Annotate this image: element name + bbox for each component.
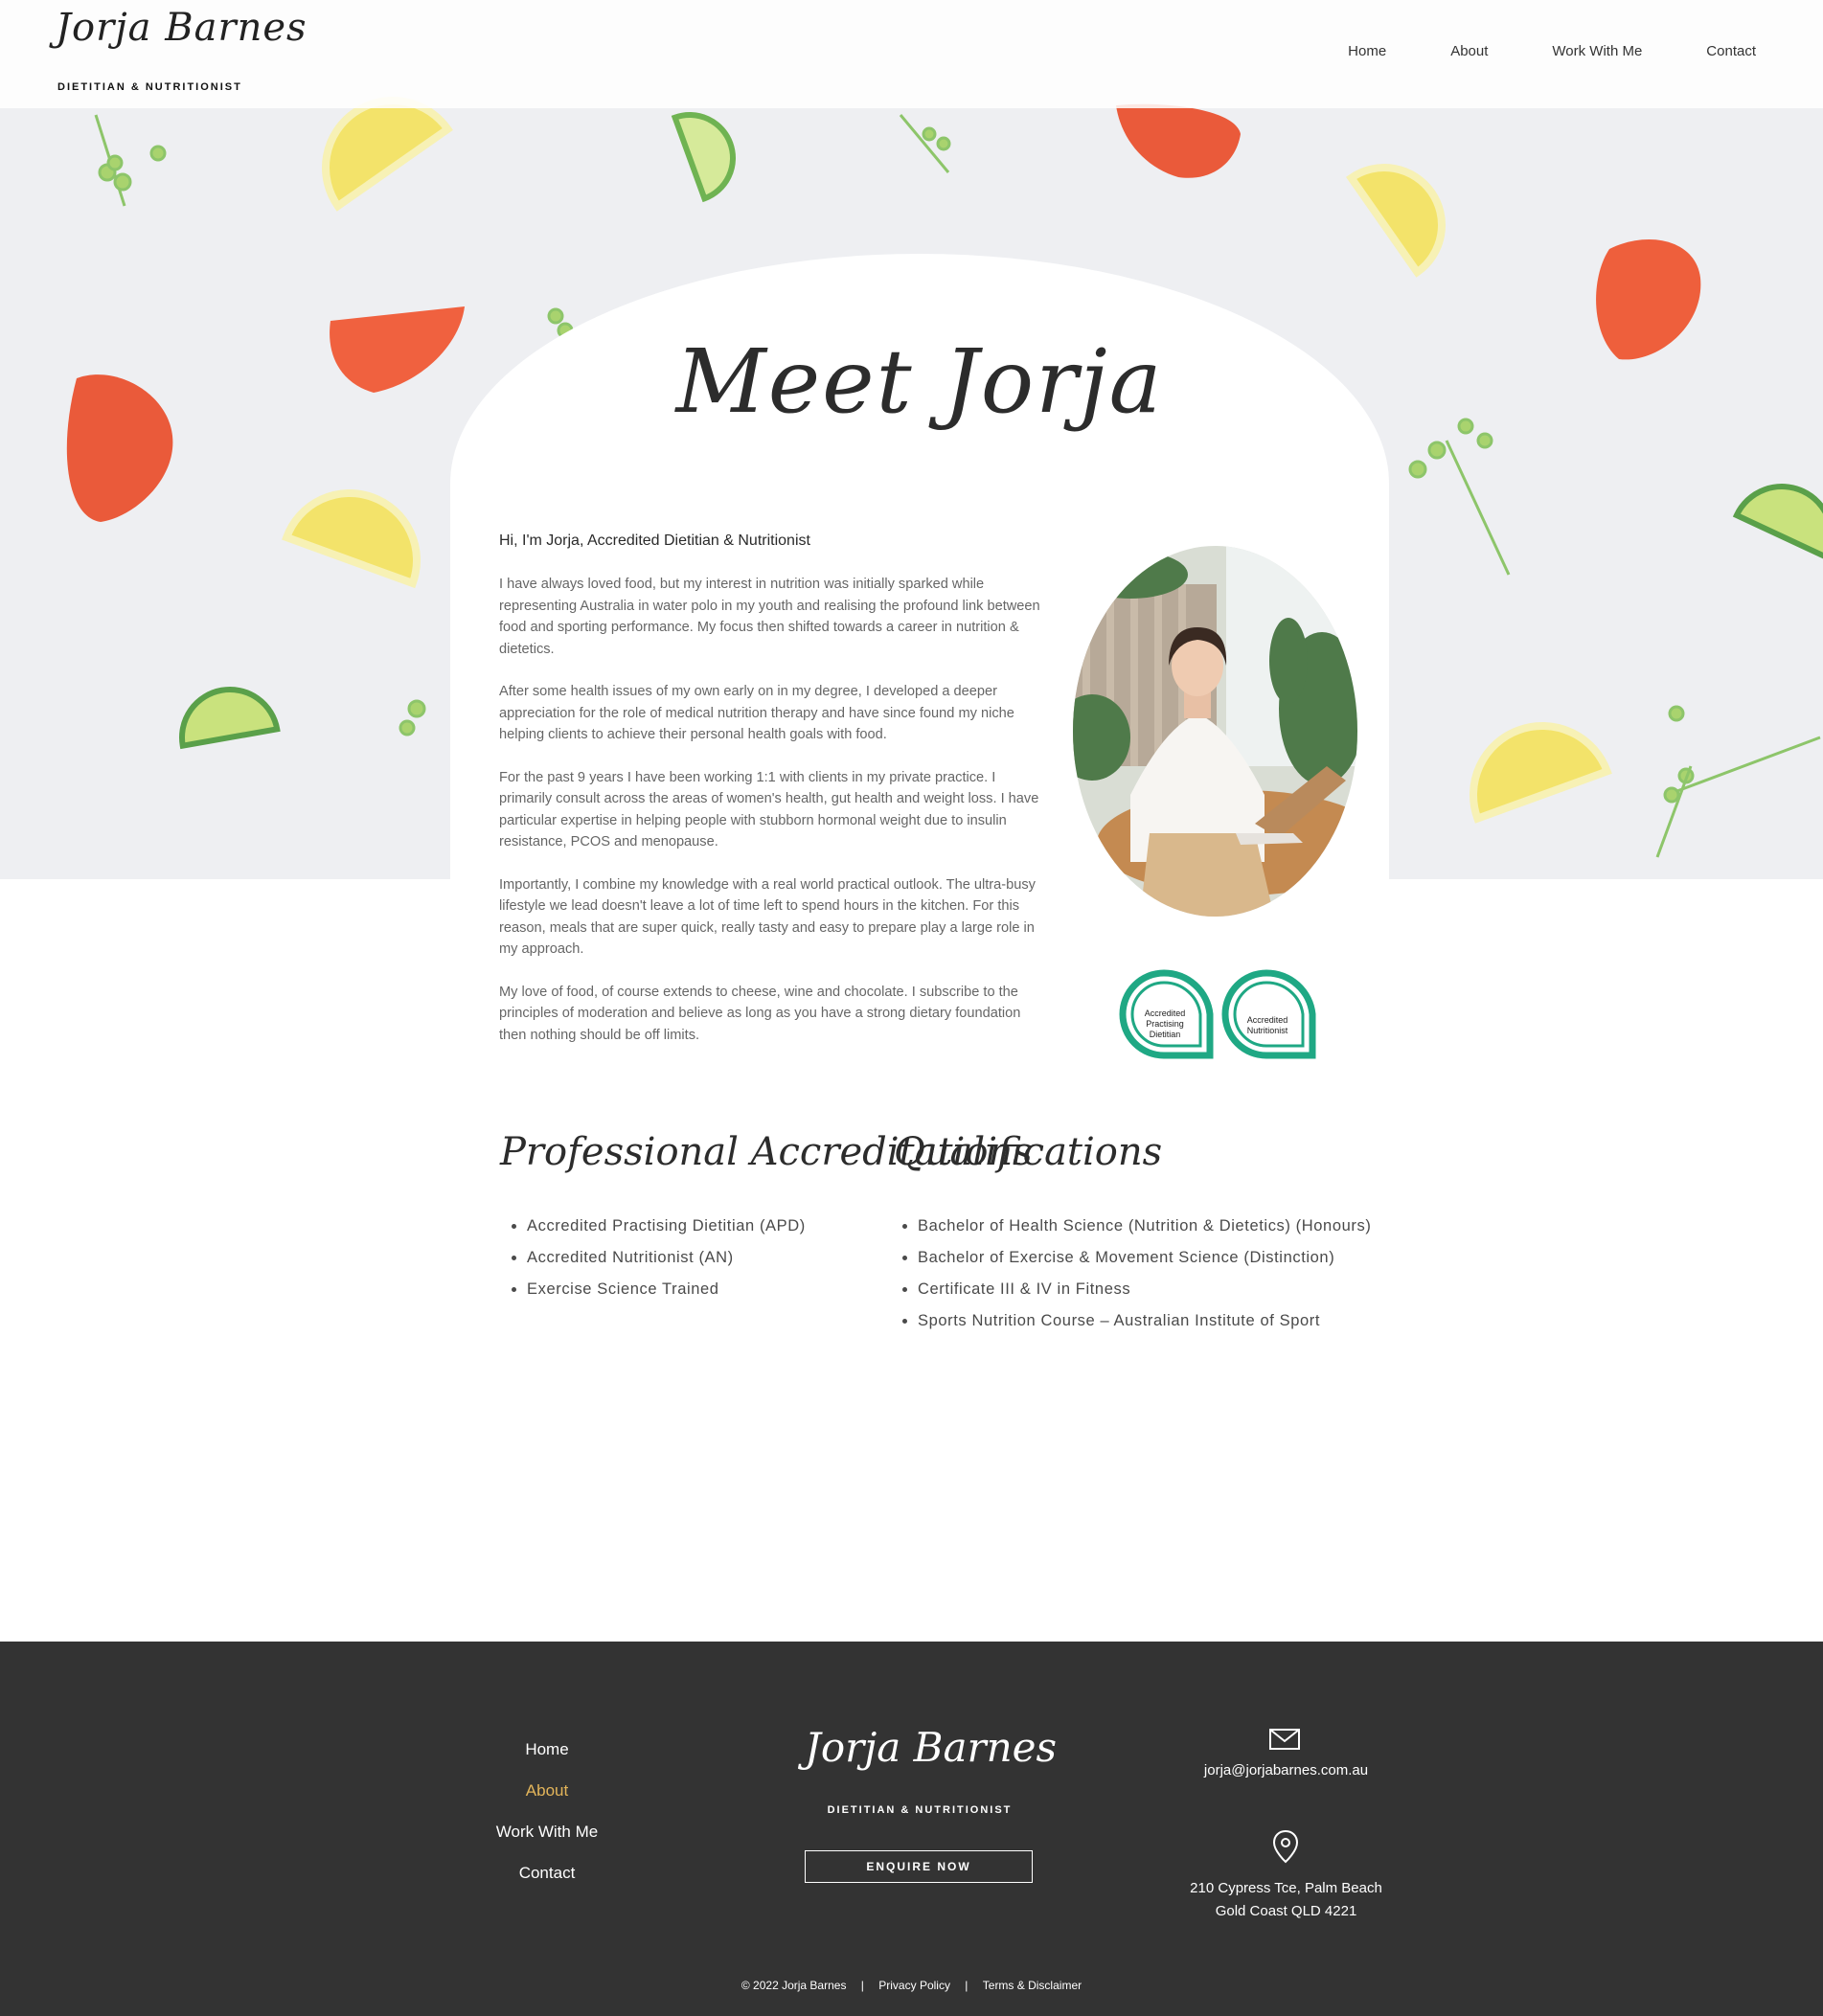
site-header: Jorja Barnes DIETITIAN & NUTRITIONIST Ho… xyxy=(0,0,1823,108)
lime-slice xyxy=(1732,484,1823,561)
portrait-photo xyxy=(1073,546,1357,917)
lime-slice xyxy=(671,112,736,203)
an-badge: Accredited Nutritionist xyxy=(1221,969,1316,1059)
list-item: Exercise Science Trained xyxy=(527,1274,806,1305)
list-item: Bachelor of Exercise & Movement Science … xyxy=(918,1242,1371,1274)
strawberry-slice xyxy=(1116,103,1241,178)
apd-badge: Accredited Practising Dietitian xyxy=(1119,969,1214,1059)
page-title: Meet Jorja xyxy=(675,330,1164,433)
strawberry-slice xyxy=(330,306,465,393)
enquire-now-button[interactable]: ENQUIRE NOW xyxy=(805,1850,1033,1883)
nav-work-with-me[interactable]: Work With Me xyxy=(1552,43,1642,59)
lime-slice xyxy=(179,687,281,750)
bio-paragraph: My love of food, of course extends to ch… xyxy=(499,984,1021,1043)
footer-nav: Home About Work With Me Contact xyxy=(451,1736,643,1901)
list-item: Certificate III & IV in Fitness xyxy=(918,1274,1371,1305)
separator: | xyxy=(860,1979,864,1992)
footer-email[interactable]: jorja@jorjabarnes.com.au xyxy=(1178,1762,1394,1778)
strawberry-slice xyxy=(66,374,173,522)
nav-about[interactable]: About xyxy=(1450,43,1488,59)
footer-logo-script[interactable]: Jorja Barnes xyxy=(805,1724,1057,1771)
list-item: Bachelor of Health Science (Nutrition & … xyxy=(918,1211,1371,1242)
qualifications-title: Qualifications xyxy=(894,1130,1163,1174)
footer-nav-about[interactable]: About xyxy=(451,1778,643,1819)
main-nav: Home About Work With Me Contact xyxy=(1284,43,1756,59)
location-pin-icon xyxy=(1272,1829,1299,1864)
nav-home[interactable]: Home xyxy=(1348,43,1386,59)
footer-nav-contact[interactable]: Contact xyxy=(451,1860,643,1901)
an-badge-line2: Nutritionist xyxy=(1247,1026,1288,1035)
footer-legal: © 2022 Jorja Barnes | Privacy Policy | T… xyxy=(0,1979,1823,1992)
lemon-slice xyxy=(282,489,421,589)
footer-address-line2: Gold Coast QLD 4221 xyxy=(1215,1903,1357,1919)
accreditations-list: Accredited Practising Dietitian (APD) Ac… xyxy=(500,1211,806,1305)
logo-subtitle: DIETITIAN & NUTRITIONIST xyxy=(57,81,242,93)
footer-logo-subtitle: DIETITIAN & NUTRITIONIST xyxy=(827,1804,1013,1816)
bio-paragraph: For the past 9 years I have been working… xyxy=(499,769,1039,850)
terms-disclaimer-link[interactable]: Terms & Disclaimer xyxy=(983,1979,1082,1992)
strawberry-slice xyxy=(1596,239,1701,360)
qualifications-list: Bachelor of Health Science (Nutrition & … xyxy=(891,1211,1371,1337)
accreditation-badges: Accredited Practising Dietitian Accredit… xyxy=(1119,969,1316,1059)
separator: | xyxy=(965,1979,968,1992)
intro-heading: Hi, I'm Jorja, Accredited Dietitian & Nu… xyxy=(499,532,810,549)
logo-script[interactable]: Jorja Barnes xyxy=(56,6,308,50)
site-footer xyxy=(0,1642,1823,2016)
list-item: Accredited Practising Dietitian (APD) xyxy=(527,1211,806,1242)
copyright-text: © 2022 Jorja Barnes xyxy=(741,1979,847,1992)
bio-paragraph: I have always loved food, but my interes… xyxy=(499,577,1040,657)
mail-icon[interactable] xyxy=(1269,1729,1300,1750)
bio-paragraph: After some health issues of my own early… xyxy=(499,684,1014,742)
lemon-slice xyxy=(1346,164,1446,278)
apd-badge-line1: Accredited xyxy=(1145,1008,1186,1018)
privacy-policy-link[interactable]: Privacy Policy xyxy=(878,1979,950,1992)
apd-badge-line3: Dietitian xyxy=(1150,1030,1181,1039)
footer-nav-home[interactable]: Home xyxy=(451,1736,643,1778)
bio-text: I have always loved food, but my interes… xyxy=(499,574,1050,1067)
lemon-slice xyxy=(1470,722,1612,824)
footer-address-line1: 210 Cypress Tce, Palm Beach xyxy=(1190,1880,1382,1896)
list-item: Sports Nutrition Course – Australian Ins… xyxy=(918,1305,1371,1337)
bio-paragraph: Importantly, I combine my knowledge with… xyxy=(499,876,1036,958)
list-item: Accredited Nutritionist (AN) xyxy=(527,1242,806,1274)
apd-badge-line2: Practising xyxy=(1146,1019,1184,1029)
footer-nav-work-with-me[interactable]: Work With Me xyxy=(451,1819,643,1860)
an-badge-line1: Accredited xyxy=(1247,1015,1288,1025)
nav-contact[interactable]: Contact xyxy=(1706,43,1756,59)
